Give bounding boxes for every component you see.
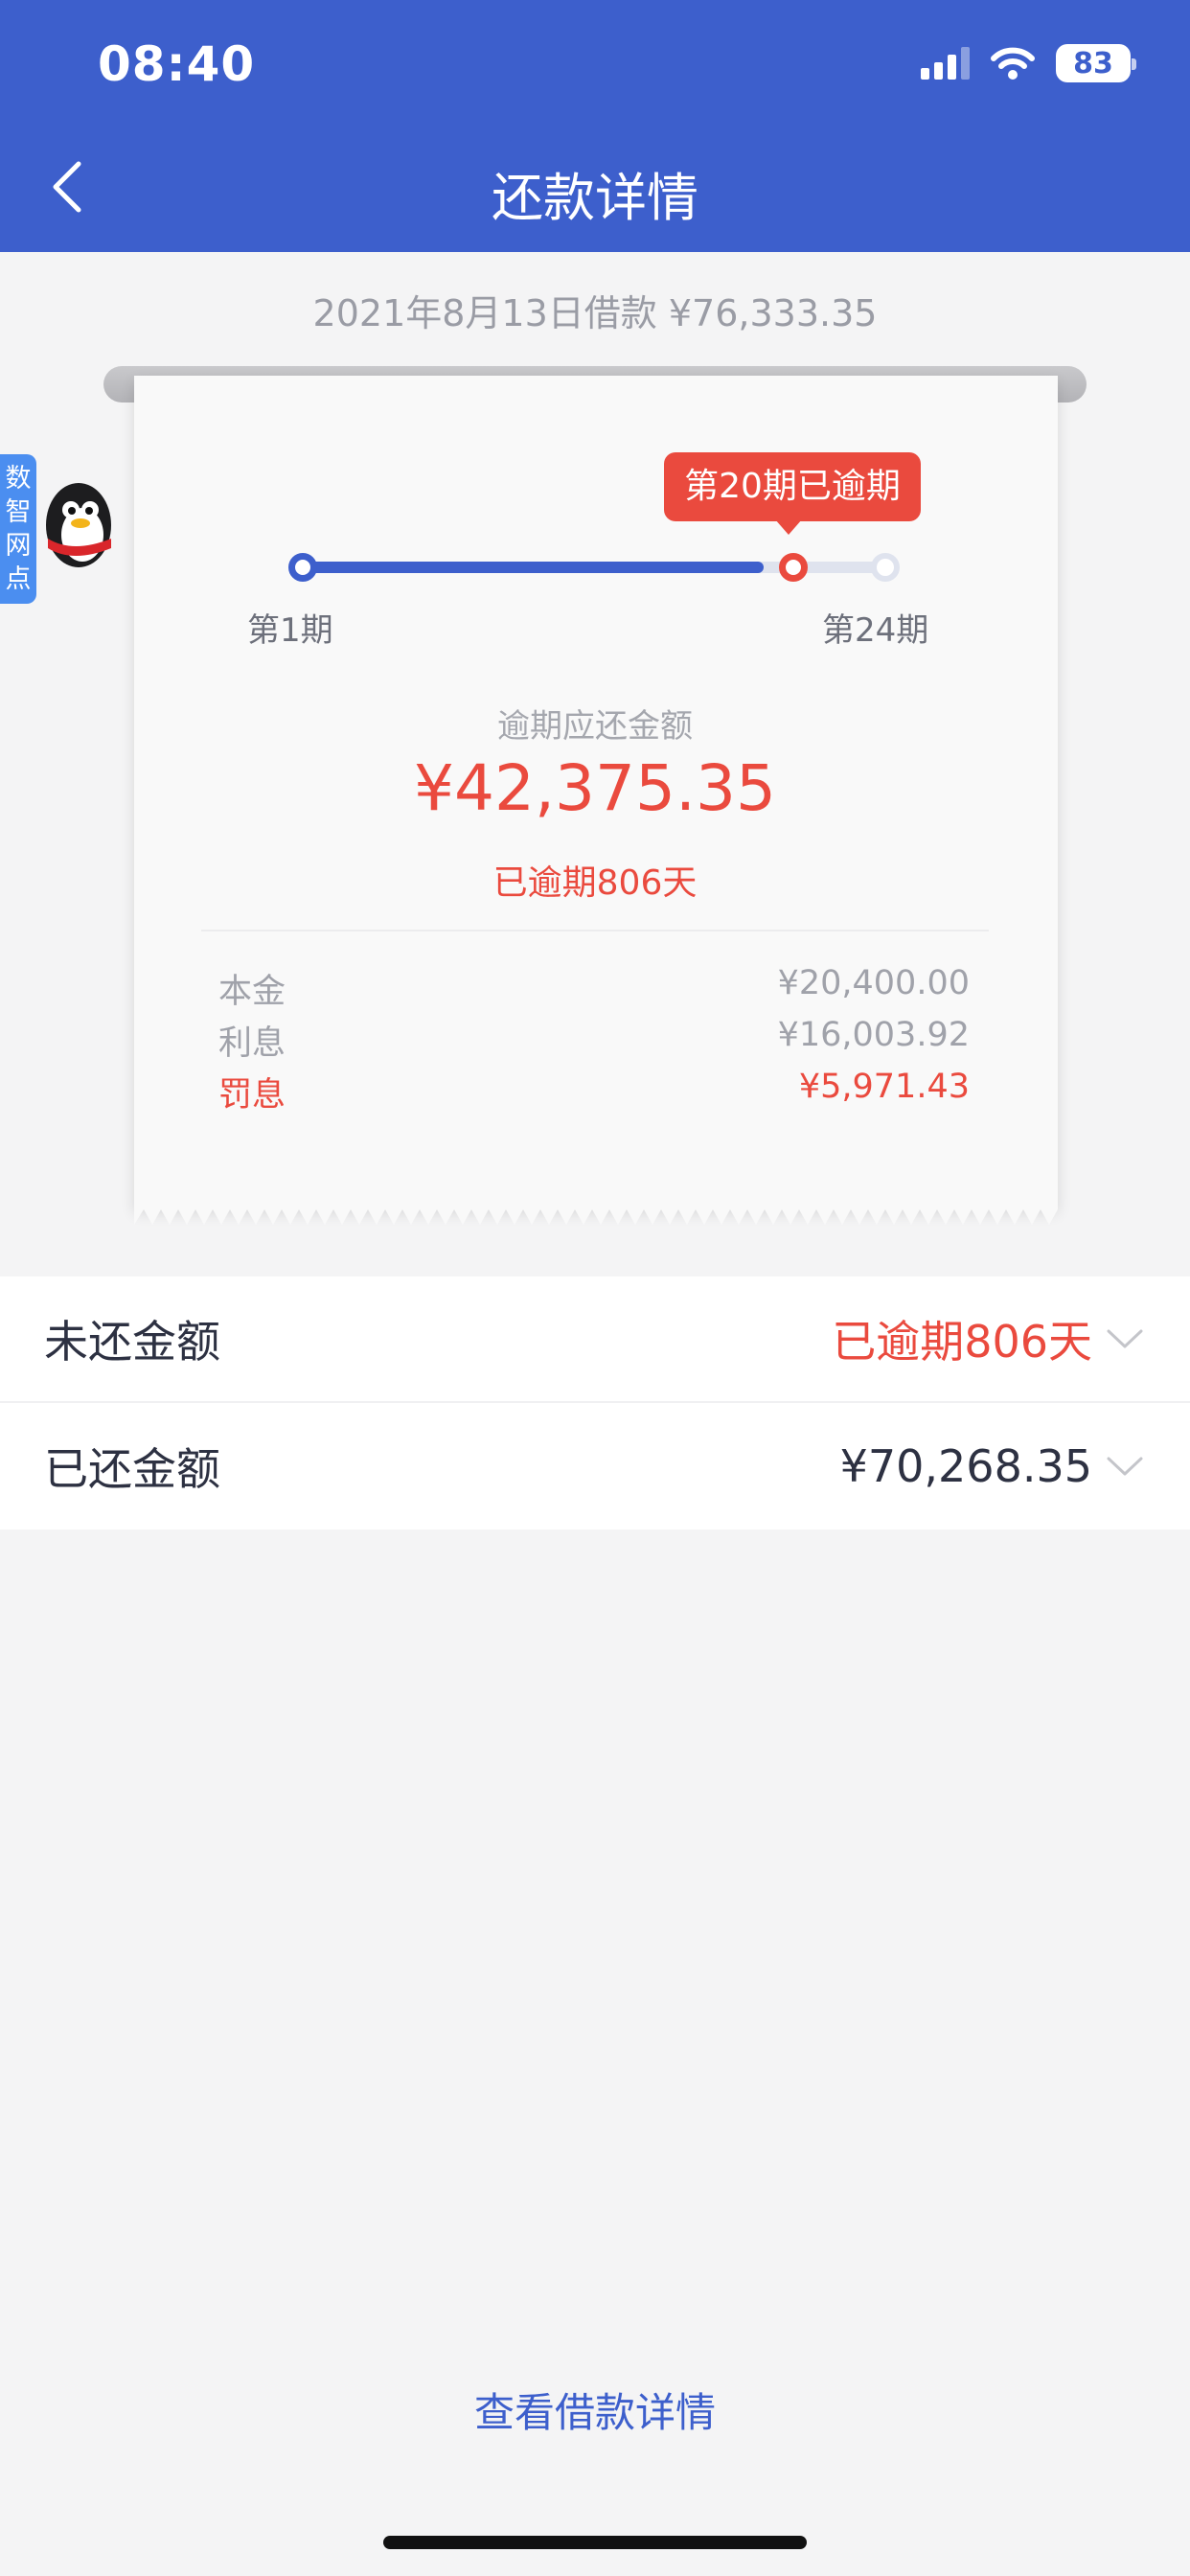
timeline-progress bbox=[305, 562, 764, 573]
view-loan-details-link[interactable]: 查看借款详情 bbox=[0, 2380, 1190, 2439]
timeline-end-dot bbox=[871, 553, 900, 582]
timeline-end-label: 第24期 bbox=[822, 611, 929, 650]
wifi-icon bbox=[991, 46, 1035, 80]
unpaid-amount-value: 已逾期806天 bbox=[832, 1316, 1092, 1368]
overdue-amount: ¥42,375.35 bbox=[414, 751, 776, 825]
battery-icon: 83 bbox=[1056, 44, 1136, 82]
status-icons: 83 bbox=[921, 44, 1136, 82]
page-title: 还款详情 bbox=[492, 168, 698, 228]
floating-widget-label: 数智网点 bbox=[0, 454, 36, 604]
breakdown-value: ¥20,400.00 bbox=[777, 964, 970, 1002]
cellular-signal-icon bbox=[921, 47, 970, 80]
timeline-start-dot bbox=[288, 553, 317, 582]
floating-service-widget[interactable]: 数智网点 bbox=[0, 452, 117, 606]
timeline-current-dot bbox=[779, 553, 808, 582]
breakdown-row-interest: 利息 ¥16,003.92 bbox=[218, 1016, 970, 1065]
receipt-divider bbox=[201, 930, 989, 932]
header: 08:40 83 还款详情 bbox=[0, 0, 1190, 252]
battery-level: 83 bbox=[1073, 46, 1113, 80]
breakdown-label: 罚息 bbox=[218, 1076, 286, 1115]
paid-amount-label: 已还金额 bbox=[44, 1443, 220, 1495]
unpaid-amount-label: 未还金额 bbox=[44, 1316, 220, 1368]
receipt-zigzag-edge bbox=[134, 1204, 1058, 1225]
breakdown-label: 本金 bbox=[218, 973, 286, 1011]
loan-info: 2021年8月13日借款 ¥76,333.35 bbox=[312, 292, 878, 334]
breakdown-label: 利息 bbox=[218, 1024, 286, 1063]
breakdown-row-principal: 本金 ¥20,400.00 bbox=[218, 964, 970, 1013]
timeline-start-label: 第1期 bbox=[247, 611, 333, 650]
status-time: 08:40 bbox=[98, 36, 256, 92]
summary-list: 未还金额 已逾期806天 已还金额 ¥70,268.35 bbox=[0, 1276, 1190, 1530]
paid-amount-row[interactable]: 已还金额 ¥70,268.35 bbox=[0, 1403, 1190, 1530]
breakdown-value: ¥5,971.43 bbox=[798, 1068, 970, 1106]
breakdown-row-penalty: 罚息 ¥5,971.43 bbox=[218, 1068, 970, 1116]
chevron-down-icon bbox=[1107, 1457, 1143, 1476]
chevron-down-icon bbox=[1107, 1329, 1143, 1348]
current-period-tooltip: 第20期已逾期 bbox=[664, 452, 921, 535]
unpaid-amount-row[interactable]: 未还金额 已逾期806天 bbox=[0, 1276, 1190, 1403]
paid-amount-value: ¥70,268.35 bbox=[839, 1440, 1092, 1492]
breakdown-value: ¥16,003.92 bbox=[777, 1016, 970, 1054]
overdue-amount-caption: 逾期应还金额 bbox=[497, 707, 693, 746]
penguin-mascot-icon bbox=[46, 483, 111, 567]
home-indicator[interactable] bbox=[383, 2536, 807, 2549]
overdue-days: 已逾期806天 bbox=[492, 863, 698, 903]
